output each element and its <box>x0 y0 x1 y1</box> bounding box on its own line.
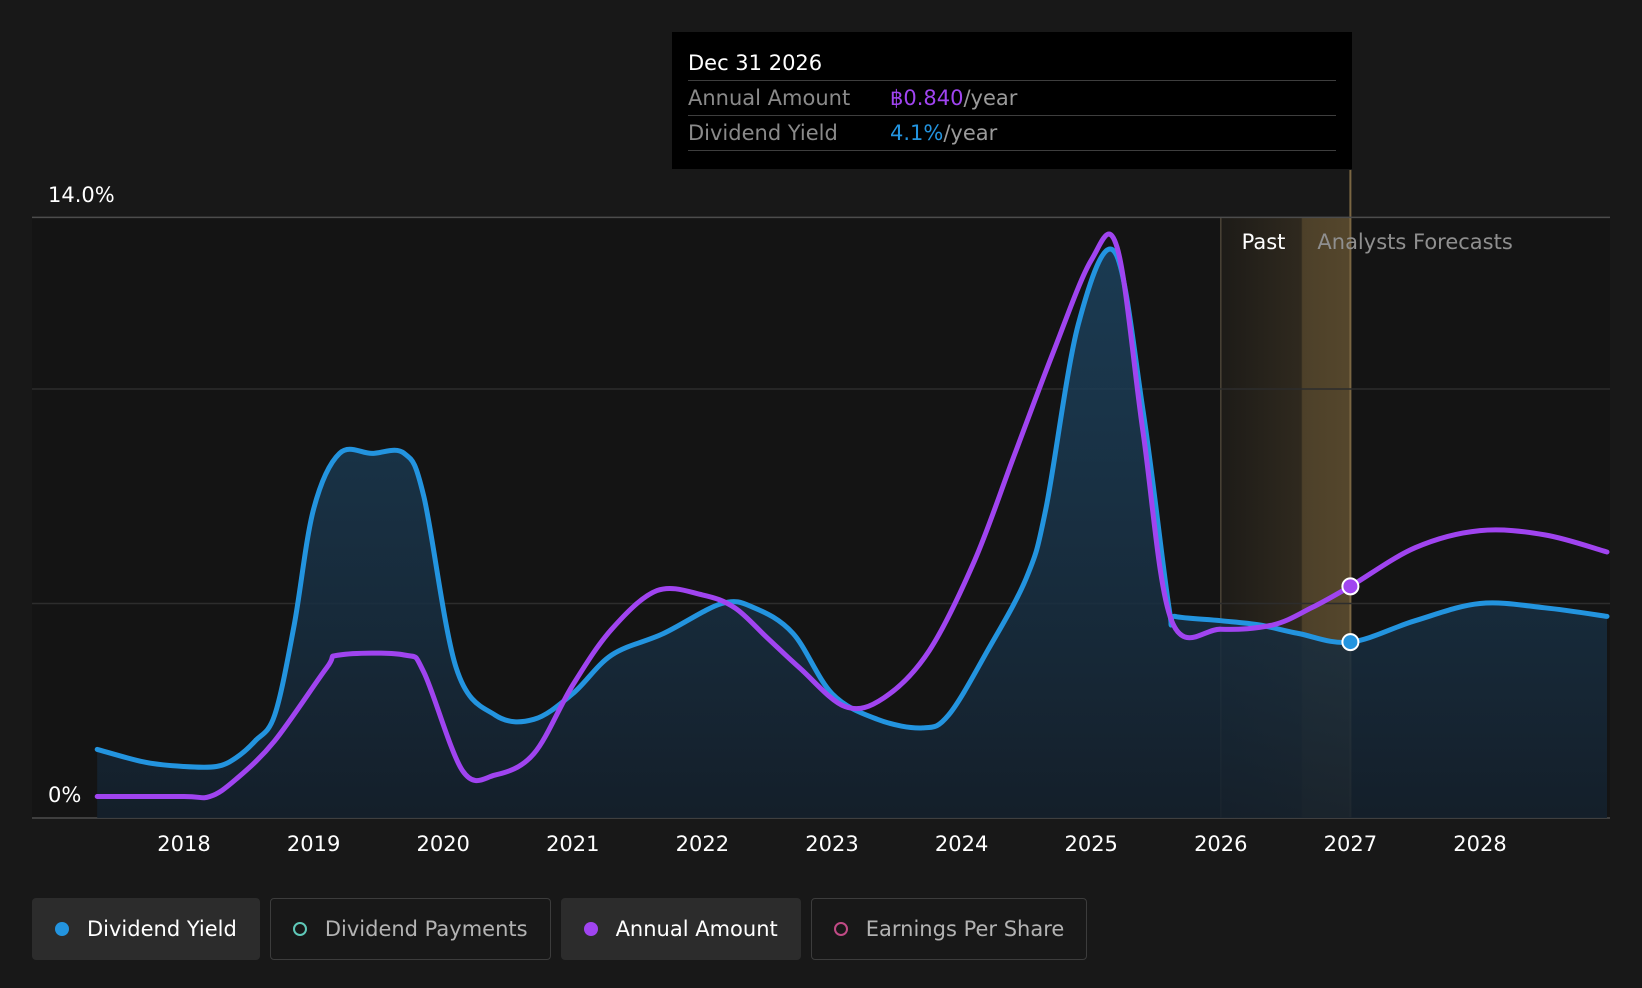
tooltip-dividend-yield-row: Dividend Yield 4.1%/year <box>688 116 1336 151</box>
x-tick-label-2025: 2025 <box>1064 832 1117 856</box>
legend-earnings-per-share-label: Earnings Per Share <box>865 917 1065 941</box>
tooltip: Dec 31 2026 Annual Amount ฿0.840/year Di… <box>672 32 1352 169</box>
analysts-forecasts-label: Analysts Forecasts <box>1317 230 1512 254</box>
tooltip-annual-amount-row: Annual Amount ฿0.840/year <box>688 81 1336 116</box>
tooltip-dividend-yield-label: Dividend Yield <box>688 121 838 145</box>
x-tick-label-2020: 2020 <box>416 832 469 856</box>
dividend-yield-dot-icon <box>55 922 69 936</box>
annual-amount-dot-icon <box>583 922 598 936</box>
tooltip-annual-amount-value: ฿0.840 <box>890 86 964 110</box>
legend-annual-amount-button[interactable]: Annual Amount <box>560 898 801 960</box>
tooltip-dividend-yield-suffix: /year <box>943 121 998 145</box>
y-axis-bottom-label: 0% <box>48 783 81 807</box>
x-tick-label-2019: 2019 <box>287 832 340 856</box>
legend-dividend-payments-button[interactable]: Dividend Payments <box>269 898 551 960</box>
x-tick-label-2022: 2022 <box>676 832 729 856</box>
past-label: Past <box>1242 230 1286 254</box>
legend-earnings-per-share-button[interactable]: Earnings Per Share <box>810 898 1088 960</box>
y-axis-top-label: 14.0% <box>48 183 115 207</box>
legend-dividend-payments-label: Dividend Payments <box>324 917 528 941</box>
earnings-per-share-ring-icon <box>833 922 848 936</box>
dividend-payments-ring-icon <box>292 922 307 936</box>
tooltip-dividend-yield-value: 4.1% <box>890 121 944 145</box>
legend-annual-amount-label: Annual Amount <box>615 917 778 941</box>
legend-dividend-yield-label: Dividend Yield <box>87 917 237 941</box>
x-tick-label-2026: 2026 <box>1194 832 1247 856</box>
x-tick-label-2027: 2027 <box>1324 832 1377 856</box>
x-tick-label-2021: 2021 <box>546 832 599 856</box>
tooltip-annual-amount-suffix: /year <box>963 86 1018 110</box>
x-tick-label-2023: 2023 <box>805 832 858 856</box>
legend: Dividend Yield Dividend Payments Annual … <box>32 898 1088 960</box>
tooltip-annual-amount-label: Annual Amount <box>688 86 851 110</box>
x-tick-label-2028: 2028 <box>1453 832 1506 856</box>
dividend-yield-marker <box>1341 633 1360 652</box>
legend-dividend-yield-button[interactable]: Dividend Yield <box>32 898 260 960</box>
x-tick-label-2018: 2018 <box>157 832 210 856</box>
x-tick-label-2024: 2024 <box>935 832 988 856</box>
tooltip-date: Dec 31 2026 <box>688 46 1336 81</box>
annual-amount-marker <box>1341 577 1360 596</box>
